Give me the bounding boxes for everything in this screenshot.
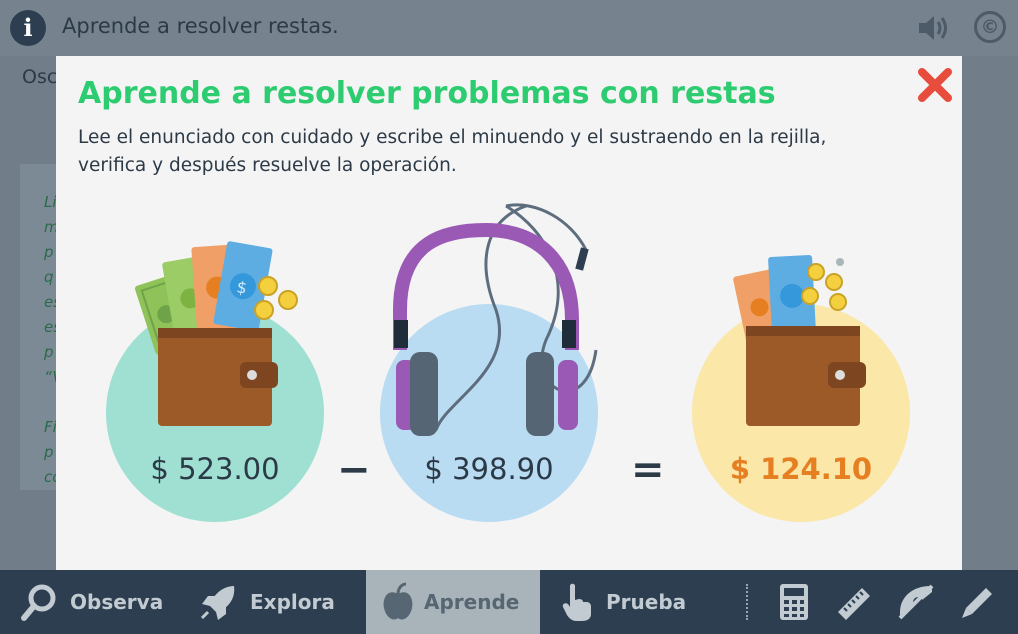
equals-sign: =: [631, 447, 665, 493]
nav-observa-label: Observa: [70, 590, 164, 614]
nav-aprende-label: Aprende: [424, 590, 520, 614]
speaker-icon[interactable]: [916, 12, 952, 44]
ruler-icon[interactable]: [834, 582, 874, 622]
app-title: Aprende a resolver restas.: [62, 14, 339, 38]
nav-observa[interactable]: Observa: [20, 570, 170, 634]
modal-title: Aprende a resolver problemas con restas: [78, 76, 776, 111]
modal-description: Lee el enunciado con cuidado y escribe e…: [78, 127, 827, 176]
minuend-amount: $ 523.00: [150, 452, 280, 486]
nav-aprende[interactable]: Aprende: [366, 570, 540, 634]
wallet-with-money-illustration: $: [134, 241, 298, 426]
apple-icon: [383, 582, 413, 620]
rocket-icon: [200, 586, 235, 620]
info-icon[interactable]: i: [10, 10, 46, 46]
nav-divider: [746, 584, 748, 620]
magnifier-icon: [21, 584, 56, 621]
nav-explora-label: Explora: [250, 590, 335, 614]
wallet-with-change-illustration: [733, 254, 866, 426]
hand-pointer-icon: [562, 583, 591, 621]
nav-prueba[interactable]: Prueba: [560, 570, 710, 634]
nav-explora[interactable]: Explora: [198, 570, 348, 634]
background-intro-text: Osc: [22, 66, 58, 88]
minus-sign: −: [337, 447, 371, 493]
headphones-illustration: [393, 203, 598, 436]
protractor-icon[interactable]: [896, 582, 936, 622]
close-icon[interactable]: [916, 66, 954, 104]
copyright-icon[interactable]: ©: [974, 11, 1006, 43]
pencil-icon[interactable]: [958, 582, 998, 622]
result-amount: $ 124.10: [729, 452, 873, 486]
nav-prueba-label: Prueba: [606, 590, 687, 614]
subtrahend-amount: $ 398.90: [424, 452, 554, 486]
calculator-icon[interactable]: [774, 582, 814, 622]
